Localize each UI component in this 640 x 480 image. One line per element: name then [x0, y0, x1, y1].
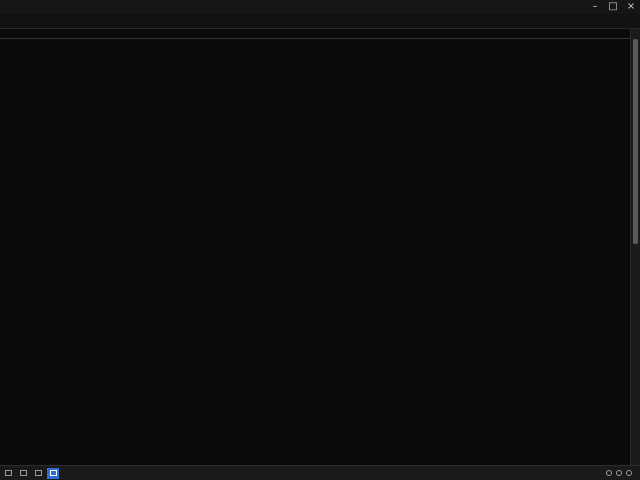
menu-item[interactable] [86, 20, 94, 22]
menu-item[interactable] [50, 20, 58, 22]
volume-icon[interactable] [616, 470, 622, 476]
menu-item[interactable] [2, 20, 10, 22]
column-header[interactable] [0, 29, 22, 39]
menu-bar [0, 14, 640, 29]
column-header[interactable] [142, 29, 202, 39]
scroll-thumb[interactable] [633, 39, 638, 244]
battery-icon[interactable] [626, 470, 632, 476]
table-header-row [0, 29, 630, 39]
column-header[interactable] [242, 29, 262, 39]
app-icon [19, 470, 27, 476]
menu-item[interactable] [26, 20, 34, 22]
vertical-scrollbar[interactable] [630, 29, 640, 465]
column-header[interactable] [202, 29, 242, 39]
column-header[interactable] [100, 29, 142, 39]
taskbar [0, 465, 640, 480]
app-icon [4, 470, 12, 476]
menu-item[interactable] [74, 20, 82, 22]
taskbar-app-button[interactable] [32, 468, 44, 479]
minimize-button[interactable]: – [586, 0, 604, 14]
column-header[interactable] [428, 29, 454, 39]
column-header[interactable] [80, 29, 100, 39]
app-icon [34, 470, 42, 476]
data-table [0, 29, 630, 39]
column-header[interactable] [454, 29, 630, 39]
taskbar-app-button[interactable] [2, 468, 14, 479]
terminal-icon [49, 470, 57, 476]
menu-item[interactable] [110, 20, 118, 22]
menu-item[interactable] [38, 20, 46, 22]
column-header[interactable] [262, 29, 330, 39]
close-button[interactable]: × [622, 0, 640, 14]
window-controls: – □ × [586, 0, 640, 14]
column-header[interactable] [22, 29, 80, 39]
menu-item[interactable] [14, 20, 22, 22]
terminal-window: – □ × [0, 0, 640, 480]
column-header[interactable] [330, 29, 428, 39]
title-bar: – □ × [0, 0, 640, 14]
network-icon[interactable] [606, 470, 612, 476]
taskbar-app-button[interactable] [17, 468, 29, 479]
menu-item[interactable] [122, 20, 130, 22]
taskbar-app-button-active[interactable] [47, 467, 59, 479]
system-tray [606, 470, 640, 476]
maximize-button[interactable]: □ [604, 0, 622, 14]
menu-item[interactable] [98, 20, 106, 22]
data-grid [0, 29, 630, 465]
menu-item[interactable] [62, 20, 70, 22]
